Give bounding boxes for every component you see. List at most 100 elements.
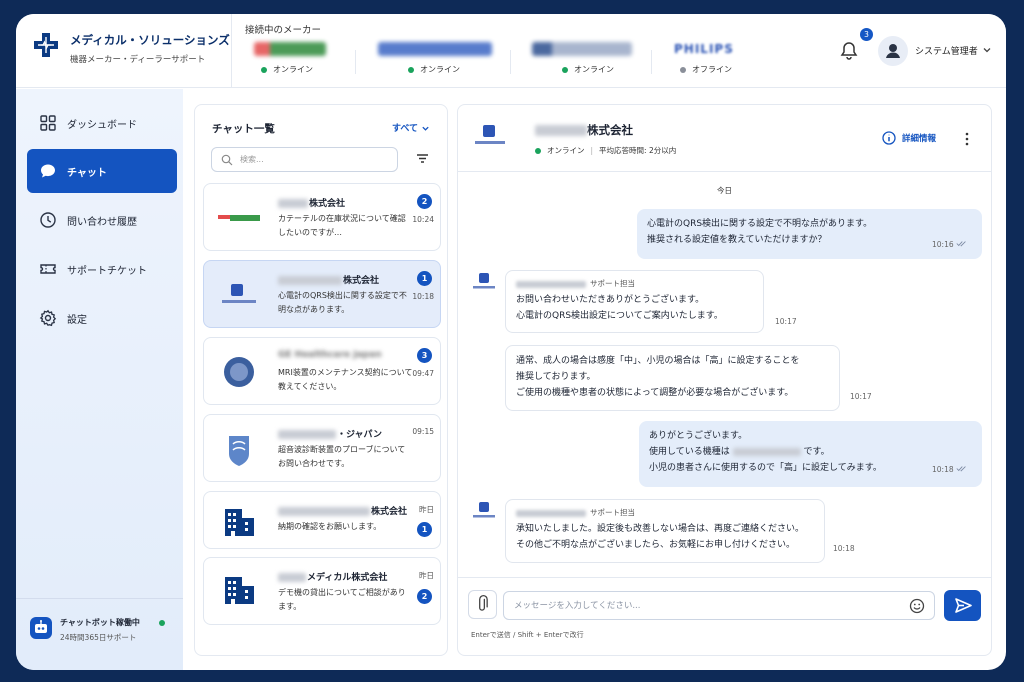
chat-list-item[interactable]: ・ジャパン 超音波診断装置のプローブについてお問い合わせです。 09:15 [203,414,441,482]
message-bubble-incoming: サポート担当 承知いたしました。設定後も改善しない場合は、再度ご連絡ください。 … [505,499,825,563]
grid-icon [40,115,56,131]
message-line: 小児の患者さんに使用するので「高」に設定してみます。 [649,463,882,473]
maker-4[interactable]: PHILIPS オフライン [672,42,734,82]
message-input[interactable] [503,591,935,620]
gear-icon [39,309,57,327]
sender-name-blur [516,509,586,517]
send-button[interactable] [944,590,981,621]
message-time: 10:18 [412,292,434,301]
date-divider: 今日 [717,186,732,195]
message-bubble-incoming: 通常、成人の場合は感度「中」、小児の場合は「高」に設定することを 推奨しておりま… [505,345,840,411]
maker-1[interactable]: オンライン [254,42,326,82]
chat-list-item[interactable]: メディカル株式会社 デモ機の貸出についてご相談があります。 昨日 2 [203,557,441,625]
search-input[interactable] [240,151,390,168]
medical-cross-logo-icon [34,33,58,57]
company-name: 株式会社 [343,276,380,286]
sidebar-item-support-ticket[interactable]: サポートチケット [27,247,177,291]
message-time: 10:16 [932,240,954,249]
message-bubble-outgoing: 心電計のQRS検出に関する設定で不明な点があります。 推奨される設定値を教えてい… [637,209,982,259]
maker-3[interactable]: オンライン [532,42,632,82]
details-button[interactable]: 詳細情報 [882,131,936,145]
brand-subtitle: 機器メーカー・ディーラーサポート [70,55,206,65]
double-check-icon [956,466,966,472]
chevron-down-icon[interactable] [982,45,992,55]
sidebar-item-label: 設定 [67,314,87,326]
chat-list-item[interactable]: 株式会社 心電計のQRS検出に関する設定で不明な点があります。 1 10:18 [203,260,441,328]
support-avatar-icon [473,502,495,518]
chat-bubble-icon [41,164,55,178]
chat-list-item[interactable]: GE Healthcare Japan MRI装置のメンテナンス契約について教え… [203,337,441,405]
sidebar-item-history[interactable]: 問い合わせ履歴 [27,198,177,242]
robot-icon [30,617,52,639]
company-logo-icon [222,284,256,303]
sender-role: サポート担当 [590,508,635,517]
chat-company-name: 株式会社 [587,123,633,137]
sidebar-item-chat[interactable]: チャット [27,149,177,193]
maker-status: オンライン [574,65,614,74]
search-box [211,147,398,172]
emoji-icon[interactable] [909,598,925,614]
maker-logo: PHILIPS [674,42,734,56]
maker-logo [532,42,632,56]
maker-2[interactable]: オンライン [378,42,492,82]
message-time: 10:24 [412,215,434,224]
send-icon [955,598,972,613]
company-name-blur [535,125,587,136]
avatar[interactable] [878,36,908,66]
filter-label: すべて [392,124,419,134]
message-line: 推奨される設定値を教えていただけますか？ [647,235,827,245]
status-dot [535,147,541,154]
company-name-blur [278,199,308,208]
sidebar-item-label: サポートチケット [67,265,147,277]
unread-badge: 2 [417,194,432,209]
info-icon [882,131,896,145]
filter-dropdown[interactable]: すべて [392,121,430,134]
clock-icon [40,212,56,228]
message-time: 10:18 [932,465,954,474]
company-name-blur [278,573,306,582]
model-name-blur [732,447,801,456]
message-time: 昨日 [419,505,434,514]
user-icon [886,44,900,58]
attach-button[interactable] [468,590,497,619]
connected-makers-title: 接続中のメーカー [245,25,322,36]
chat-list-title: チャット一覧 [212,123,275,135]
maker-logo [378,42,492,56]
message-line: 使用している機種は [649,447,730,457]
message-line: ありがとうございます。 [649,431,748,441]
message-line: 心電計のQRS検出設定についてご案内いたします。 [516,311,723,321]
maker-separator [510,50,511,74]
last-message: MRI装置のメンテナンス契約について教えてください。 [278,368,413,391]
status-dot [408,66,414,73]
user-name[interactable]: システム管理者 [915,44,978,57]
company-name: 株式会社 [371,507,408,517]
message-time: 10:17 [775,317,797,326]
chat-list-item[interactable]: 株式会社 カテーテルの在庫状況について確認したいのですが… 2 10:24 [203,183,441,251]
maker-status: オフライン [692,65,732,74]
online-dot [159,620,165,626]
header-divider [231,14,232,88]
sidebar-item-dashboard[interactable]: ダッシュボード [27,101,177,145]
company-logo-icon [229,436,249,466]
unread-badge: 1 [417,271,432,286]
brand-name: メディカル・ソリューションズ [70,33,230,47]
bell-icon[interactable] [840,41,858,61]
sidebar-item-settings[interactable]: 設定 [27,296,177,340]
filter-lines-icon[interactable] [415,151,430,166]
message-line: ご使用の機種や患者の状態によって調整が必要な場合がございます。 [516,388,794,398]
chat-list-panel: チャット一覧 すべて 株式会社 カテーテルの在庫状況について確認したいのですが…… [194,104,448,656]
message-line: 推奨しております。 [516,372,596,382]
paperclip-icon [479,595,488,611]
chat-list-item[interactable]: 株式会社 納期の確認をお願いします。 昨日 1 [203,491,441,549]
company-name-blur [278,507,370,516]
brand: メディカル・ソリューションズ 機器メーカー・ディーラーサポート [70,32,230,65]
chevron-down-icon [422,126,429,131]
more-vertical-icon[interactable] [964,131,970,147]
last-message: デモ機の貸出についてご相談があります。 [278,588,406,611]
company-logo-icon [218,215,260,221]
chatbot-subtitle: 24時間365日サポート [60,633,137,642]
message-composer: Enterで送信 / Shift + Enterで改行 [458,577,991,655]
message-bubble-incoming: サポート担当 お問い合わせいただきありがとうございます。 心電計のQRS検出設定… [505,270,764,333]
message-bubble-outgoing: ありがとうございます。 使用している機種は です。 小児の患者さんに使用するので… [639,421,982,487]
company-name: メディカル株式会社 [307,573,388,583]
